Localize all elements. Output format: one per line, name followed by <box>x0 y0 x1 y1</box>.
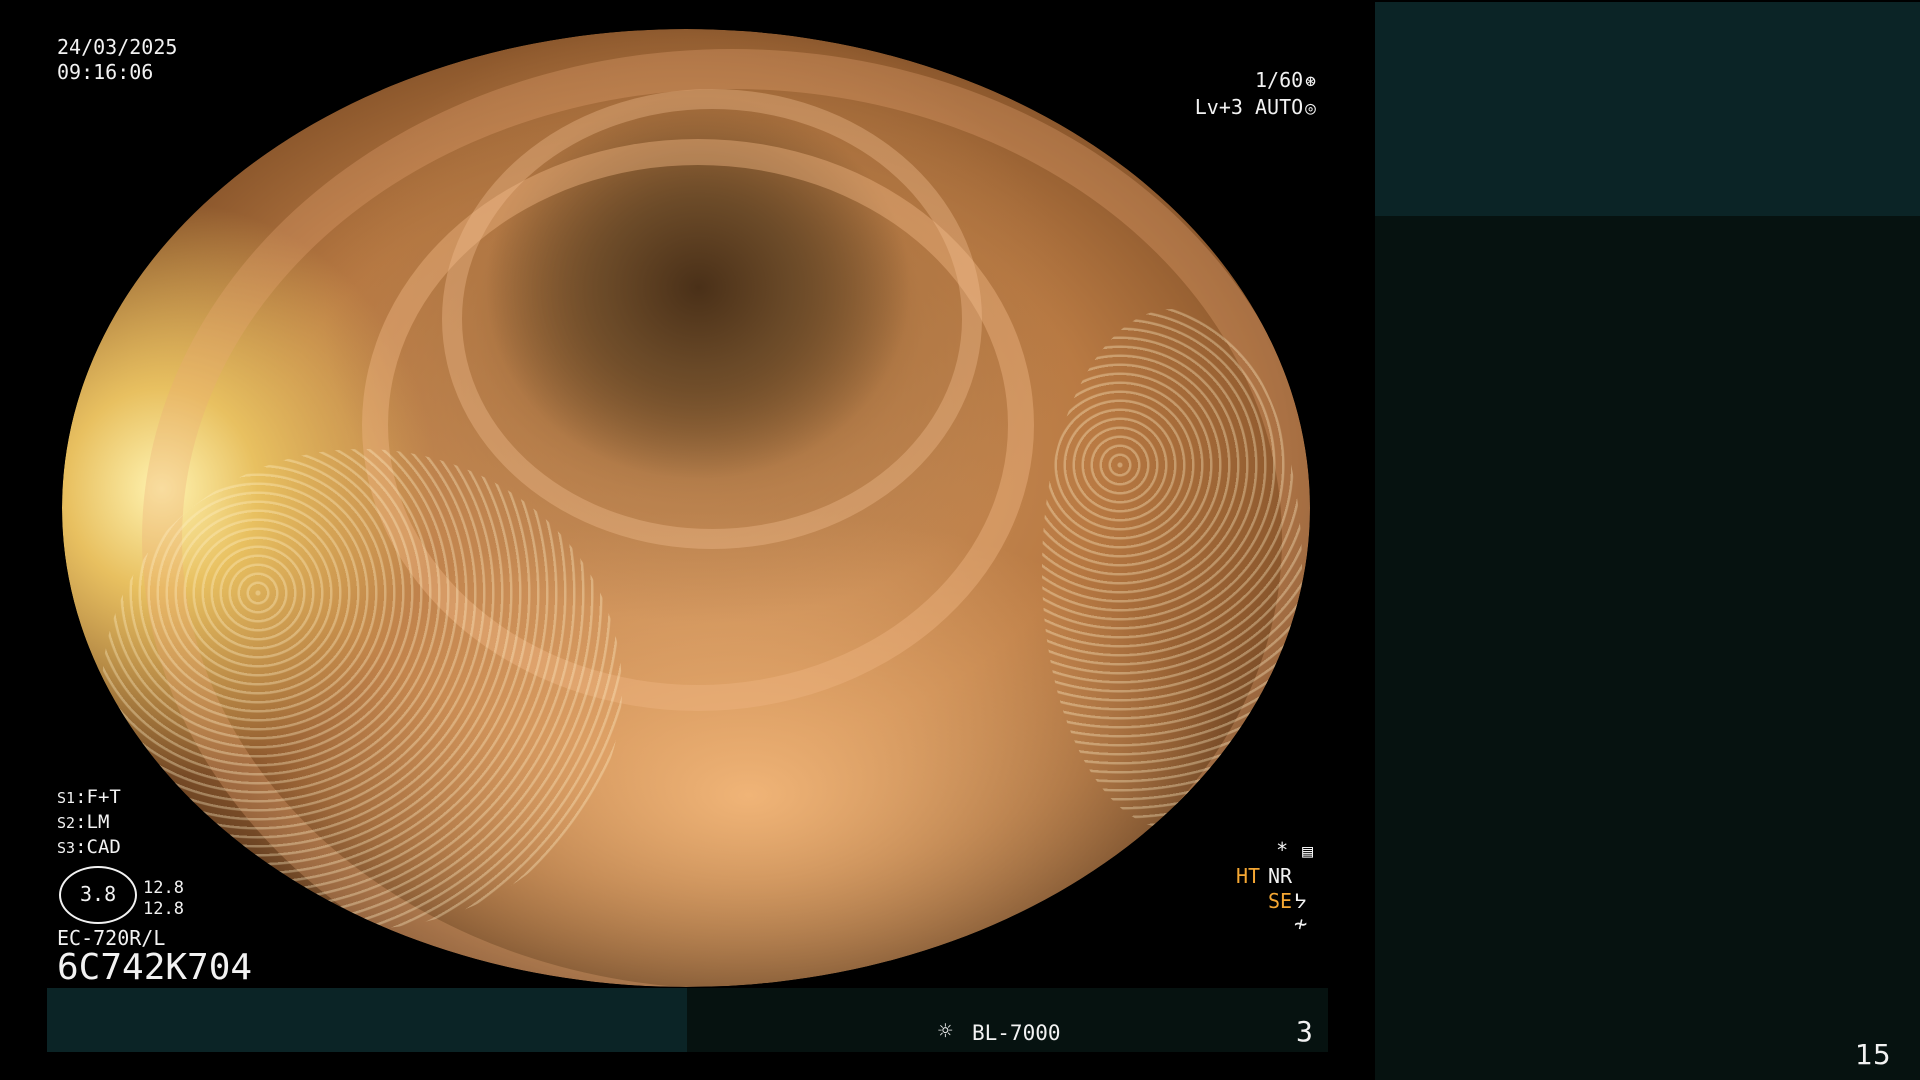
side-panel-bottom <box>1375 216 1920 1080</box>
mode-value: AUTO <box>1254 95 1304 119</box>
switch-s2: S2:LM <box>57 811 110 833</box>
switch-s1: S1:F+T <box>57 786 121 808</box>
endoscopic-image <box>62 29 1310 987</box>
ht-label: HT <box>1236 864 1261 888</box>
bubbles <box>102 449 622 929</box>
switch-key: S2 <box>57 814 76 832</box>
frame-number: 3 <box>1296 1015 1313 1048</box>
endoscopy-screen: 24/03/2025 09:16:06 1/60 ⊛ Lv+3 AUTO ◎ S1:… <box>0 0 1920 1080</box>
light-bulb-icon: ☼ <box>938 1017 953 1045</box>
menu-indicator: * ▤ <box>1276 838 1313 864</box>
exposure-readout: Lv+3 AUTO ◎ <box>1195 95 1316 121</box>
status-bar-left <box>47 988 687 1052</box>
switch-value: CAD <box>86 836 121 858</box>
bubbles <box>1042 309 1302 829</box>
date-label: 24/03/2025 <box>57 35 178 59</box>
ring-bottom-value: 12.8 <box>143 899 184 919</box>
shutter-value: 1/60 <box>1254 68 1304 92</box>
switch-s3: S3:CAD <box>57 836 121 858</box>
slide-number: 15 <box>1855 1038 1891 1071</box>
light-source-label: BL-7000 <box>972 1021 1061 1045</box>
freeze-icon: ≁ <box>1294 912 1308 937</box>
shutter-readout: 1/60 ⊛ <box>1255 68 1316 94</box>
switch-value: F+T <box>86 786 121 808</box>
level-value: Lv+3 <box>1194 95 1243 119</box>
nr-label: NR <box>1268 864 1293 888</box>
se-label: SE <box>1268 889 1293 913</box>
aperture-icon: ⊛ <box>1305 71 1316 92</box>
switch-value: LM <box>86 811 110 833</box>
star-label: * <box>1276 838 1289 862</box>
switch-key: S3 <box>57 839 76 857</box>
auto-mode-icon: ◎ <box>1305 98 1316 119</box>
zoom-value: 3.8 <box>80 882 117 906</box>
settings-icon: ▤ <box>1302 841 1313 862</box>
side-panel-top <box>1375 2 1920 216</box>
switch-key: S1 <box>57 789 76 807</box>
frame-mask <box>62 0 1310 29</box>
scope-serial: 6C742K704 <box>57 947 253 988</box>
structure-icon: ᔭ <box>1294 889 1307 913</box>
time-label: 09:16:06 <box>57 60 154 84</box>
